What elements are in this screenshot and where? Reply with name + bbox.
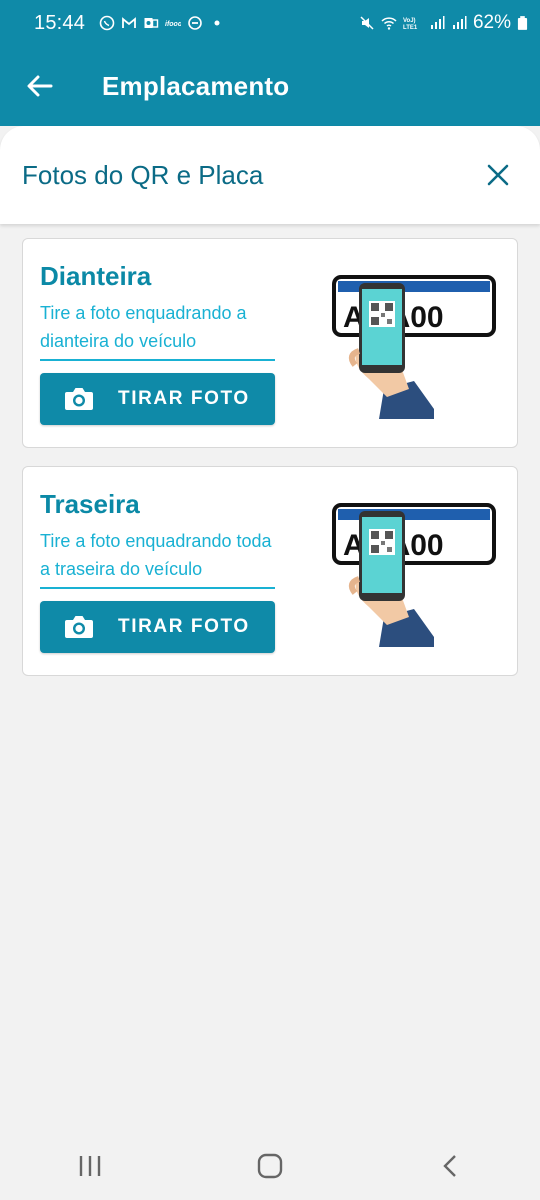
sheet-title: Fotos do QR e Placa bbox=[22, 159, 264, 190]
camera-icon bbox=[64, 614, 94, 640]
close-button[interactable] bbox=[478, 155, 518, 195]
take-photo-label: TIRAR FOTO bbox=[118, 388, 250, 409]
take-photo-label: TIRAR FOTO bbox=[118, 616, 250, 637]
system-nav-bar bbox=[0, 1132, 540, 1200]
card-dianteira: Dianteira Tire a foto enquadrando a dian… bbox=[22, 238, 518, 448]
nav-back-button[interactable] bbox=[420, 1136, 480, 1196]
card-title: Traseira bbox=[40, 489, 140, 519]
home-icon bbox=[257, 1153, 283, 1179]
close-icon bbox=[487, 164, 509, 186]
card-description: Tire a foto enquadrando toda a traseira … bbox=[40, 527, 275, 589]
plate-qr-illustration: A 1A00 bbox=[332, 503, 496, 647]
signal-icon bbox=[430, 16, 445, 29]
mute-icon bbox=[360, 16, 374, 30]
whatsapp-icon bbox=[99, 15, 115, 31]
arrow-back-icon bbox=[27, 75, 53, 97]
card-title: Dianteira bbox=[40, 261, 152, 291]
sheet-header: Fotos do QR e Placa bbox=[0, 126, 540, 224]
recent-apps-icon bbox=[79, 1156, 101, 1176]
svg-text:VoJ): VoJ) bbox=[403, 18, 416, 24]
card-traseira: Traseira Tire a foto enquadrando toda a … bbox=[22, 466, 518, 676]
battery-icon bbox=[517, 16, 528, 30]
dot-icon bbox=[214, 20, 220, 26]
take-photo-button-rear[interactable]: TIRAR FOTO bbox=[40, 601, 275, 653]
chevron-left-icon bbox=[443, 1155, 456, 1177]
camera-icon bbox=[64, 386, 94, 412]
dnd-icon bbox=[188, 16, 202, 30]
battery-level: 62% bbox=[472, 12, 511, 33]
svg-text:ifood: ifood bbox=[165, 21, 181, 28]
status-bar: 15:44 ifood VoJ) LTE1 62% bbox=[0, 0, 540, 46]
gmail-icon bbox=[122, 17, 136, 28]
wifi-icon bbox=[381, 17, 397, 30]
home-button[interactable] bbox=[240, 1136, 300, 1196]
recent-apps-button[interactable] bbox=[60, 1136, 120, 1196]
status-time: 15:44 bbox=[34, 11, 86, 34]
outlook-icon bbox=[144, 18, 159, 28]
card-description: Tire a foto enquadrando a dianteira do v… bbox=[40, 299, 275, 361]
volte-icon: VoJ)LTE1 bbox=[403, 18, 418, 31]
signal-icon bbox=[452, 16, 467, 29]
plate-qr-illustration: A 1A00 bbox=[332, 275, 496, 419]
svg-text:LTE1: LTE1 bbox=[403, 25, 418, 31]
ifood-icon: ifood bbox=[165, 21, 181, 28]
app-bar: Emplacamento bbox=[0, 46, 540, 126]
app-bar-title: Emplacamento bbox=[102, 70, 290, 101]
take-photo-button-front[interactable]: TIRAR FOTO bbox=[40, 373, 275, 425]
back-button[interactable] bbox=[0, 46, 80, 126]
